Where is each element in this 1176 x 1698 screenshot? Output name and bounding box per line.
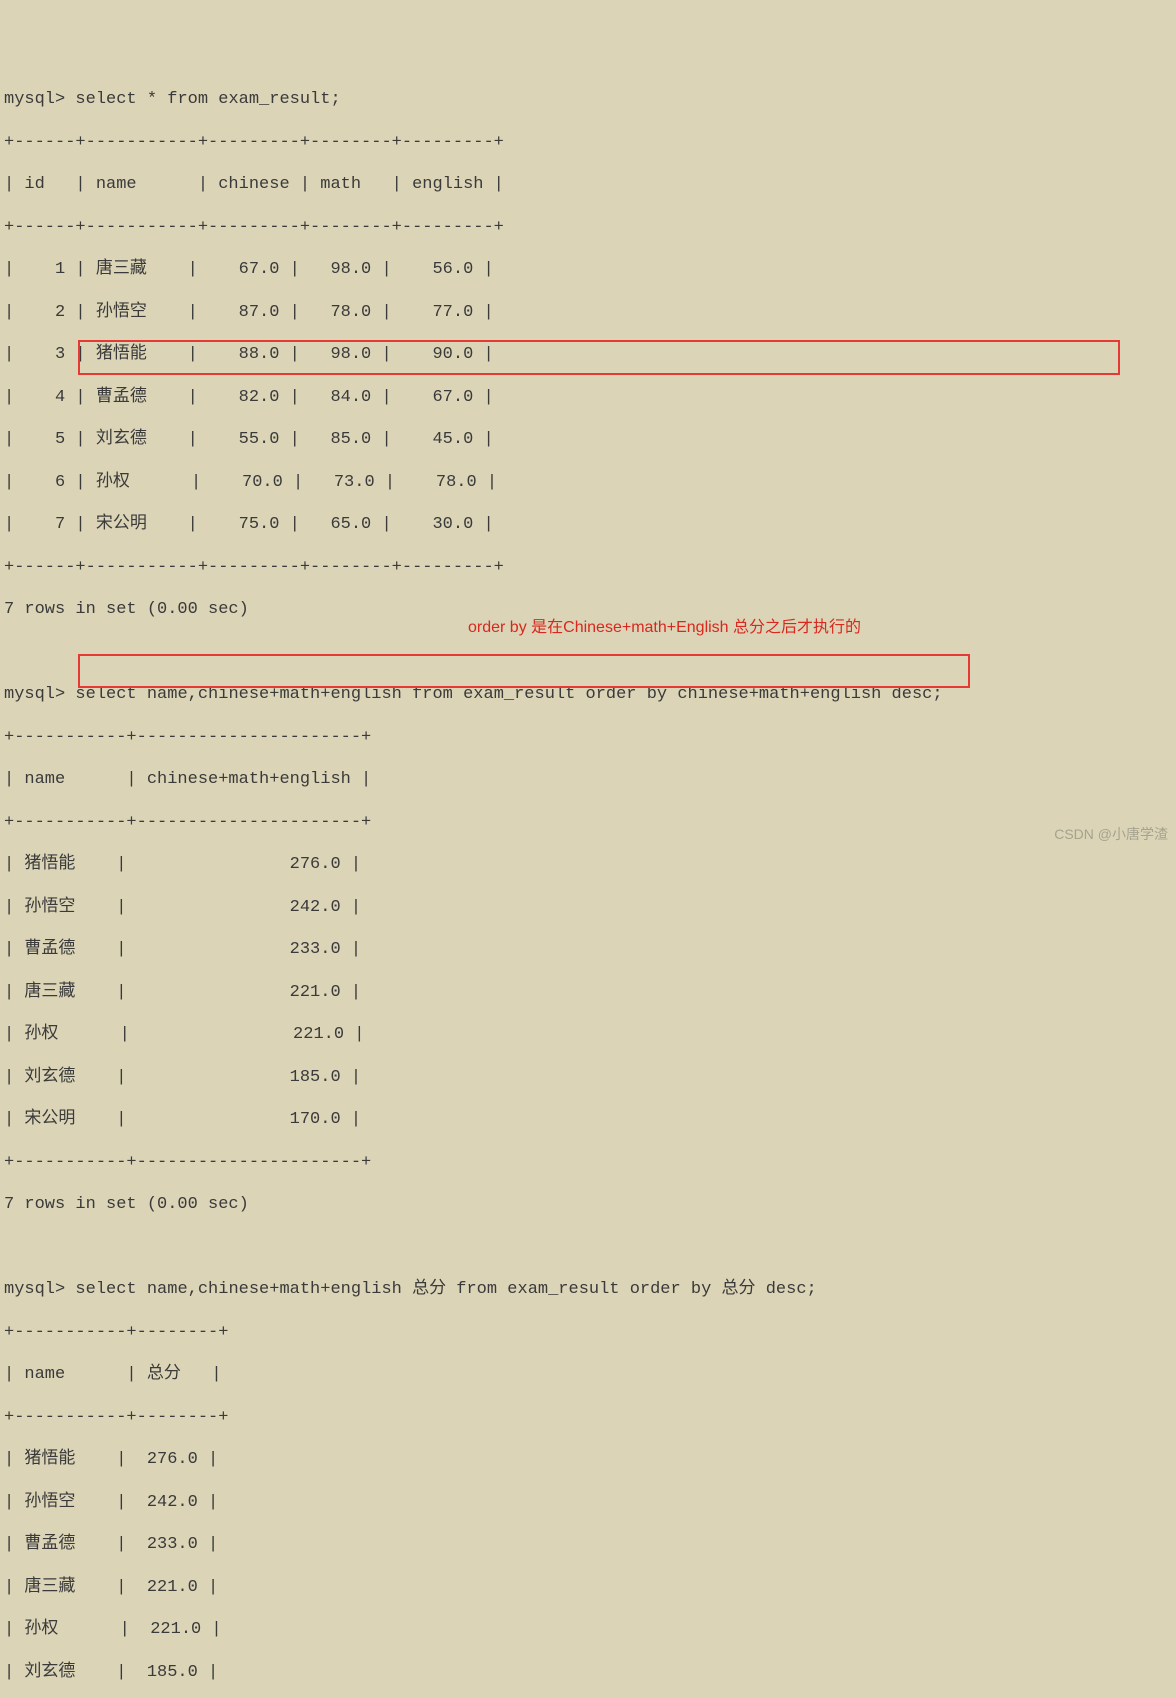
table1-header: | id | name | chinese | math | english | <box>4 174 1172 195</box>
table1-row: | 6 | 孙权 | 70.0 | 73.0 | 78.0 | <box>4 472 1172 493</box>
table2-row: | 孙权 | 221.0 | <box>4 1024 1172 1045</box>
table3-header: | name | 总分 | <box>4 1364 1172 1385</box>
table2-row: | 唐三藏 | 221.0 | <box>4 982 1172 1003</box>
query-1: select * from exam_result; <box>75 90 340 109</box>
table2-border: +-----------+----------------------+ <box>4 1152 1172 1173</box>
query-2: select name,chinese+math+english from ex… <box>75 685 942 704</box>
table2-row: | 猪悟能 | 276.0 | <box>4 854 1172 875</box>
query-3-line: mysql> select name,chinese+math+english … <box>4 1279 1172 1300</box>
blank <box>4 1237 1172 1258</box>
table3-border: +-----------+--------+ <box>4 1322 1172 1343</box>
query-2-line: mysql> select name,chinese+math+english … <box>4 684 1172 705</box>
query-1-line: mysql> select * from exam_result; <box>4 89 1172 110</box>
table2-border: +-----------+----------------------+ <box>4 812 1172 833</box>
table1-row: | 4 | 曹孟德 | 82.0 | 84.0 | 67.0 | <box>4 387 1172 408</box>
table1-row: | 3 | 猪悟能 | 88.0 | 98.0 | 90.0 | <box>4 344 1172 365</box>
annotation-text: order by 是在Chinese+math+English 总分之后才执行的 <box>468 618 861 638</box>
table1-border: +------+-----------+---------+--------+-… <box>4 557 1172 578</box>
prompt: mysql> <box>4 1280 65 1299</box>
table3-row: | 唐三藏 | 221.0 | <box>4 1577 1172 1598</box>
table3-border: +-----------+--------+ <box>4 1407 1172 1428</box>
table3-row: | 孙悟空 | 242.0 | <box>4 1492 1172 1513</box>
blank <box>4 642 1172 663</box>
prompt: mysql> <box>4 90 65 109</box>
table1-row: | 5 | 刘玄德 | 55.0 | 85.0 | 45.0 | <box>4 429 1172 450</box>
table2-header: | name | chinese+math+english | <box>4 769 1172 790</box>
table1-row: | 2 | 孙悟空 | 87.0 | 78.0 | 77.0 | <box>4 302 1172 323</box>
table2-footer: 7 rows in set (0.00 sec) <box>4 1194 1172 1215</box>
table2-row: | 刘玄德 | 185.0 | <box>4 1067 1172 1088</box>
table2-border: +-----------+----------------------+ <box>4 727 1172 748</box>
table1-row: | 7 | 宋公明 | 75.0 | 65.0 | 30.0 | <box>4 514 1172 535</box>
table3-row: | 孙权 | 221.0 | <box>4 1619 1172 1640</box>
table2-row: | 曹孟德 | 233.0 | <box>4 939 1172 960</box>
table3-row: | 刘玄德 | 185.0 | <box>4 1662 1172 1683</box>
table1-border: +------+-----------+---------+--------+-… <box>4 217 1172 238</box>
table2-row: | 孙悟空 | 242.0 | <box>4 897 1172 918</box>
table3-row: | 曹孟德 | 233.0 | <box>4 1534 1172 1555</box>
table1-border: +------+-----------+---------+--------+-… <box>4 132 1172 153</box>
watermark: CSDN @小唐学渣 <box>1054 826 1168 844</box>
query-3: select name,chinese+math+english 总分 from… <box>75 1280 816 1299</box>
table1-row: | 1 | 唐三藏 | 67.0 | 98.0 | 56.0 | <box>4 259 1172 280</box>
table3-row: | 猪悟能 | 276.0 | <box>4 1449 1172 1470</box>
prompt: mysql> <box>4 685 65 704</box>
table2-row: | 宋公明 | 170.0 | <box>4 1109 1172 1130</box>
